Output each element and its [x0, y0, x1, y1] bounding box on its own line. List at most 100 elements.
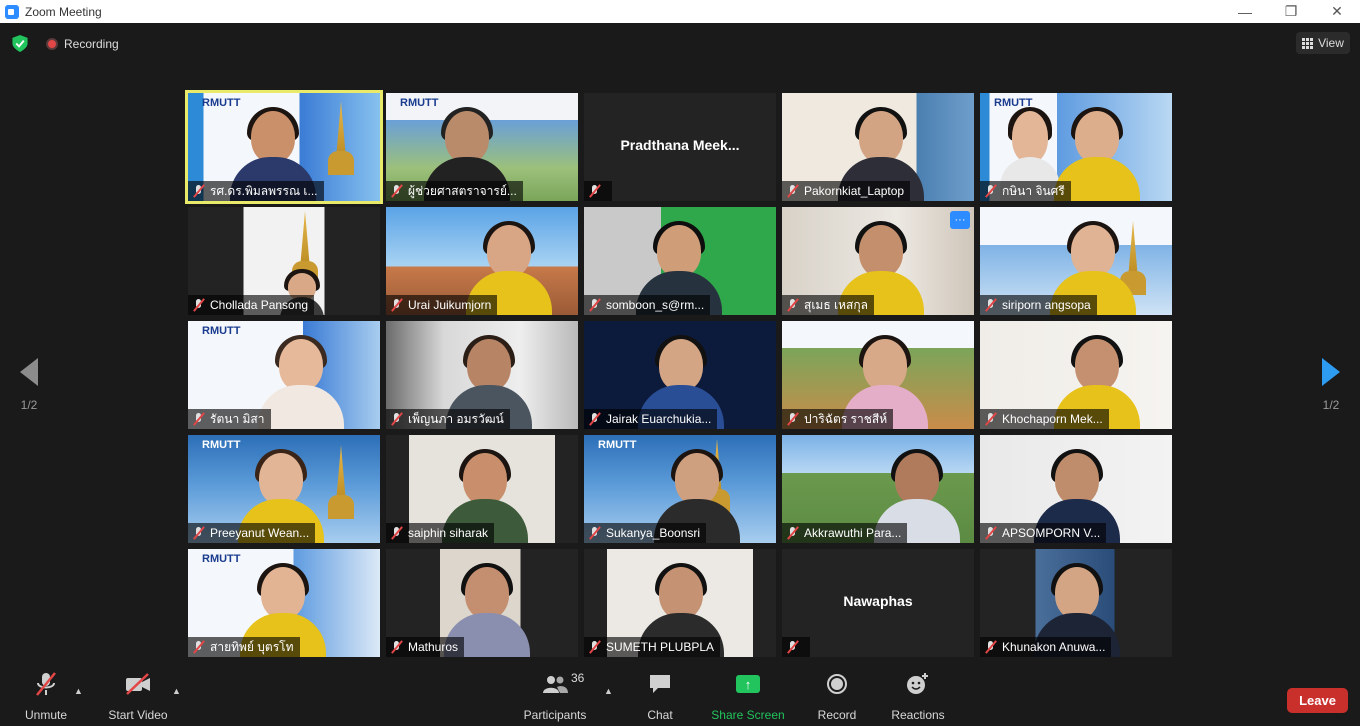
video-tile[interactable]: siriporn angsopa — [980, 207, 1172, 315]
logo-icon: RMUTT — [202, 325, 241, 337]
reactions-label: Reactions — [891, 708, 945, 722]
participant-name-tag: Urai Juikumjorn — [386, 295, 498, 315]
share-screen-icon: ↑ — [736, 666, 760, 702]
video-tile[interactable]: somboon_s@rm... — [584, 207, 776, 315]
video-tile[interactable]: Pakornkiat_Laptop — [782, 93, 974, 201]
participant-name-tag: รัตนา มิสา — [188, 409, 271, 429]
recording-indicator[interactable]: Recording — [46, 37, 119, 51]
video-tile[interactable]: APSOMPORN V... — [980, 435, 1172, 543]
record-button[interactable]: Record — [814, 666, 860, 726]
recording-label: Recording — [64, 37, 119, 51]
participant-name-tag: Chollada Pansong — [188, 295, 315, 315]
video-tile[interactable]: ··· สุเมธ เหสกุล — [782, 207, 974, 315]
mic-muted-icon — [390, 526, 404, 540]
reactions-button[interactable]: Reactions — [888, 666, 948, 726]
security-shield-icon[interactable] — [12, 35, 28, 52]
record-icon — [826, 666, 848, 702]
participant-name-tag: กษินา จินศรี — [980, 181, 1071, 201]
close-button[interactable]: ✕ — [1314, 0, 1360, 23]
video-tile[interactable]: saiphin siharak — [386, 435, 578, 543]
video-tile[interactable]: Chollada Pansong — [188, 207, 380, 315]
window-title: Zoom Meeting — [25, 4, 102, 19]
video-tile[interactable]: RMUTT รศ.ดร.พิมลพรรณ เ... — [185, 90, 383, 204]
participant-name-tag: สุเมธ เหสกุล — [782, 295, 874, 315]
participant-name-tag: Mathuros — [386, 637, 465, 657]
participant-name-tag: saiphin siharak — [386, 523, 495, 543]
participant-video — [258, 335, 344, 429]
more-options-button[interactable]: ··· — [950, 211, 970, 229]
audio-options-chevron-icon[interactable]: ▲ — [74, 686, 83, 696]
grid-view-icon — [1302, 37, 1314, 49]
participant-name-tag — [782, 637, 810, 657]
next-page-button[interactable]: 1/2 — [1316, 358, 1346, 412]
participants-options-chevron-icon[interactable]: ▲ — [604, 686, 613, 696]
view-button[interactable]: View — [1296, 32, 1350, 54]
maximize-button[interactable]: ❐ — [1268, 0, 1314, 23]
unmute-button[interactable]: Unmute — [16, 666, 76, 726]
mic-muted-icon — [588, 184, 602, 198]
participant-name-tag: ปาริฉัตร ราชสีห์ — [782, 409, 894, 429]
participant-name-tag: รศ.ดร.พิมลพรรณ เ... — [188, 181, 324, 201]
mic-muted-icon — [390, 412, 404, 426]
page-indicator-right: 1/2 — [1322, 398, 1340, 412]
view-label: View — [1318, 36, 1344, 50]
video-options-chevron-icon[interactable]: ▲ — [172, 686, 181, 696]
video-tile[interactable]: Khochaporn Mek... — [980, 321, 1172, 429]
participant-name-tag: Pakornkiat_Laptop — [782, 181, 911, 201]
participant-name-tag: Sukanya_Boonsri — [584, 523, 707, 543]
mic-muted-icon — [588, 526, 602, 540]
leave-button[interactable]: Leave — [1287, 688, 1348, 713]
participant-name-tag — [584, 181, 612, 201]
participant-display-name: Nawaphas — [843, 593, 913, 609]
video-tile[interactable]: SUMETH PLUBPLA — [584, 549, 776, 657]
participant-name-tag: SUMETH PLUBPLA — [584, 637, 721, 657]
video-off-icon — [124, 666, 152, 702]
video-tile[interactable]: Nawaphas — [782, 549, 974, 657]
video-tile[interactable]: Mathuros — [386, 549, 578, 657]
video-tile[interactable]: Pradthana Meek... — [584, 93, 776, 201]
share-screen-button[interactable]: ↑ Share Screen — [708, 666, 788, 726]
video-tile[interactable]: ปาริฉัตร ราชสีห์ — [782, 321, 974, 429]
arrow-right-icon — [1322, 358, 1340, 386]
minimize-button[interactable]: — — [1222, 0, 1268, 23]
video-tile[interactable]: Urai Juikumjorn — [386, 207, 578, 315]
mic-muted-icon — [984, 412, 998, 426]
video-tile[interactable]: Khunakon Anuwa... — [980, 549, 1172, 657]
start-video-button[interactable]: Start Video — [104, 666, 172, 726]
video-tile[interactable]: RMUTT สายทิพย์ บุตรโท — [188, 549, 380, 657]
video-tile[interactable]: Akkrawuthi Para... — [782, 435, 974, 543]
participant-name-tag: สายทิพย์ บุตรโท — [188, 637, 300, 657]
video-tile[interactable]: RMUTT กษินา จินศรี — [980, 93, 1172, 201]
video-tile[interactable]: RMUTT Preeyanut Wean... — [188, 435, 380, 543]
video-tile[interactable]: Jairak Euarchukia... — [584, 321, 776, 429]
recording-dot-icon — [46, 38, 58, 50]
video-tile[interactable]: RMUTT Sukanya_Boonsri — [584, 435, 776, 543]
participant-name-tag: APSOMPORN V... — [980, 523, 1107, 543]
logo-icon: RMUTT — [202, 553, 241, 565]
video-tile[interactable]: เพ็ญนภา อมรวัฒน์ — [386, 321, 578, 429]
logo-icon: RMUTT — [202, 97, 241, 109]
chat-icon — [648, 666, 672, 702]
mic-muted-icon — [192, 184, 206, 198]
mic-muted-icon — [192, 640, 206, 654]
mic-muted-icon — [588, 412, 602, 426]
page-indicator-left: 1/2 — [20, 398, 38, 412]
participants-icon: 36 — [541, 666, 584, 702]
chat-button[interactable]: Chat — [640, 666, 680, 726]
participant-name-tag: Preeyanut Wean... — [188, 523, 316, 543]
record-label: Record — [817, 708, 857, 722]
unmute-label: Unmute — [24, 708, 68, 722]
mic-muted-icon — [984, 526, 998, 540]
meeting-topbar: Recording View — [0, 23, 1360, 63]
participant-name-tag: เพ็ญนภา อมรวัฒน์ — [386, 409, 510, 429]
video-tile[interactable]: RMUTT ผู้ช่วยศาสตราจารย์... — [386, 93, 578, 201]
participants-button[interactable]: 36 Participants — [520, 666, 590, 726]
stupa-icon — [328, 445, 354, 519]
mic-muted-icon — [984, 640, 998, 654]
participant-count-badge: 36 — [571, 671, 585, 685]
participant-name-tag: Jairak Euarchukia... — [584, 409, 718, 429]
previous-page-button[interactable]: 1/2 — [14, 358, 44, 412]
mic-muted-icon — [984, 298, 998, 312]
participant-name-tag: Akkrawuthi Para... — [782, 523, 908, 543]
video-tile[interactable]: RMUTT รัตนา มิสา — [188, 321, 380, 429]
